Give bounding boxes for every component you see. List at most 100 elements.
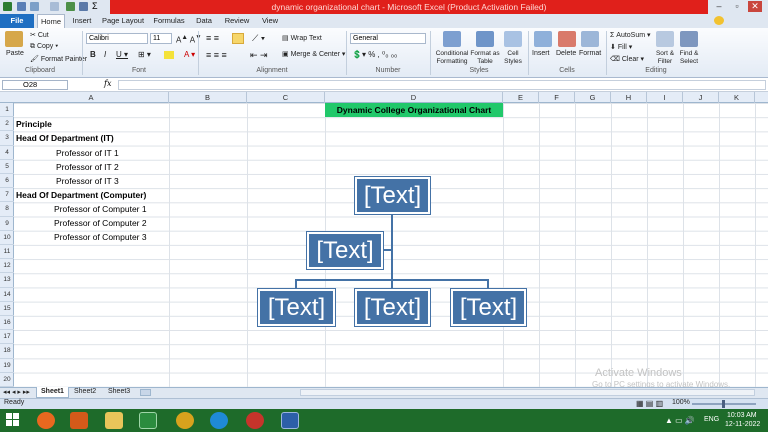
tab-page-layout[interactable]: Page Layout: [100, 14, 146, 28]
cell-styles-button[interactable]: Cell Styles: [500, 50, 526, 66]
cell-a7[interactable]: Head Of Department (Computer): [16, 188, 146, 202]
copy-button[interactable]: ⧉ Copy ▾: [30, 43, 58, 51]
save-icon[interactable]: [17, 2, 26, 11]
column-header[interactable]: K: [719, 92, 755, 103]
sheet-tab-1[interactable]: Sheet1: [36, 387, 69, 398]
insert-sheet-icon[interactable]: [140, 389, 151, 396]
firefox-icon[interactable]: [37, 412, 55, 429]
cell-a3[interactable]: Head Of Department (IT): [16, 131, 114, 145]
column-header[interactable]: A: [14, 92, 169, 103]
outlook-icon[interactable]: [70, 412, 88, 429]
row-header[interactable]: 15: [0, 302, 14, 316]
row-header[interactable]: 14: [0, 288, 14, 302]
find-select-icon[interactable]: [680, 31, 698, 47]
borders-button[interactable]: ⊞ ▾: [138, 50, 151, 59]
font-size-select[interactable]: 11: [150, 33, 172, 44]
sheet-tab-2[interactable]: Sheet2: [70, 387, 100, 398]
format-cells-button[interactable]: Format: [579, 50, 601, 57]
row-header[interactable]: 17: [0, 330, 14, 345]
italic-button[interactable]: I: [104, 50, 106, 59]
org-node-child[interactable]: [Text]: [450, 288, 527, 327]
tab-view[interactable]: View: [258, 14, 282, 28]
fill-button[interactable]: ⬇ Fill ▾: [610, 43, 632, 51]
sheet-nav-arrows[interactable]: ◂◂ ◂ ▸ ▸▸: [3, 388, 30, 396]
row-header[interactable]: 1: [0, 103, 14, 118]
name-box[interactable]: O28: [2, 80, 68, 90]
cell-styles-icon[interactable]: [504, 31, 522, 47]
delete-cells-button[interactable]: Delete: [556, 50, 576, 57]
chrome-profile-icon[interactable]: [246, 412, 264, 429]
number-format-select[interactable]: General: [350, 33, 426, 44]
cell-a8[interactable]: Professor of Computer 1: [54, 202, 147, 216]
column-header[interactable]: I: [647, 92, 683, 103]
align-left-button[interactable]: ≡ ≡ ≡: [206, 50, 227, 60]
row-header[interactable]: 3: [0, 131, 14, 146]
column-header[interactable]: D: [325, 92, 503, 103]
clear-button[interactable]: ⌫ Clear ▾: [610, 55, 644, 63]
merge-center-button[interactable]: ▣ Merge & Center ▾: [282, 50, 345, 58]
org-node-child[interactable]: [Text]: [257, 288, 336, 327]
paste-button[interactable]: Paste: [6, 50, 24, 57]
word-icon[interactable]: [281, 412, 299, 429]
tab-review[interactable]: Review: [222, 14, 252, 28]
zoom-level[interactable]: 100%: [672, 399, 690, 406]
align-bottom-button[interactable]: [232, 33, 244, 44]
cell-a5[interactable]: Professor of IT 2: [56, 160, 119, 174]
row-header[interactable]: 7: [0, 188, 14, 203]
orientation-button[interactable]: ⟋ ▾: [252, 33, 265, 44]
row-header[interactable]: 9: [0, 217, 14, 231]
wrap-text-button[interactable]: ▤ Wrap Text: [282, 34, 322, 42]
column-header[interactable]: J: [683, 92, 719, 103]
cell-a6[interactable]: Professor of IT 3: [56, 174, 119, 188]
number-format-buttons[interactable]: 💲▾ % , ⁰₀ ₀₀: [352, 50, 397, 59]
sort-filter-icon[interactable]: [656, 31, 674, 47]
cell-a2[interactable]: Principle: [16, 117, 52, 131]
column-header[interactable]: G: [575, 92, 611, 103]
row-header[interactable]: 19: [0, 359, 14, 373]
maximize-button[interactable]: ▫: [730, 1, 744, 12]
row-header[interactable]: 11: [0, 245, 14, 260]
autosum-qat-icon[interactable]: Σ: [92, 1, 98, 11]
redo-icon[interactable]: [50, 2, 59, 11]
close-button[interactable]: ✕: [748, 1, 762, 12]
column-header[interactable]: H: [611, 92, 647, 103]
column-header[interactable]: B: [169, 92, 247, 103]
row-header[interactable]: 6: [0, 174, 14, 189]
cut-button[interactable]: ✂ Cut: [30, 31, 49, 39]
row-header[interactable]: 20: [0, 373, 14, 387]
new-sheet-icon[interactable]: [66, 2, 75, 11]
minimize-button[interactable]: –: [712, 1, 726, 12]
paste-icon[interactable]: [5, 31, 23, 47]
sort-filter-button[interactable]: Sort & Filter: [652, 50, 678, 66]
cell-a9[interactable]: Professor of Computer 2: [54, 216, 147, 230]
row-header[interactable]: 8: [0, 202, 14, 217]
column-header[interactable]: E: [503, 92, 539, 103]
horizontal-scrollbar[interactable]: [300, 389, 755, 396]
indent-button[interactable]: ⇤ ⇥: [250, 50, 268, 61]
column-header[interactable]: F: [539, 92, 575, 103]
file-explorer-icon[interactable]: [105, 412, 123, 429]
tab-insert[interactable]: Insert: [68, 14, 96, 28]
cell-a10[interactable]: Professor of Computer 3: [54, 230, 147, 244]
clock-date[interactable]: 12-11-2022: [725, 421, 760, 428]
zoom-slider-thumb[interactable]: [722, 400, 725, 408]
format-painter-button[interactable]: 🖌 Format Painter: [30, 55, 87, 63]
format-cells-icon[interactable]: [581, 31, 599, 47]
org-node-top[interactable]: [Text]: [354, 176, 431, 215]
clock-time[interactable]: 10:03 AM: [727, 412, 757, 419]
align-top-button[interactable]: ≡ ≡: [206, 33, 219, 43]
sheet-tab-3[interactable]: Sheet3: [104, 387, 134, 398]
excel-taskbar-icon[interactable]: [139, 412, 157, 429]
conditional-formatting-icon[interactable]: [443, 31, 461, 47]
font-color-button[interactable]: A ▾: [184, 50, 195, 59]
column-header[interactable]: C: [247, 92, 325, 103]
org-node-child[interactable]: [Text]: [354, 288, 431, 327]
row-header[interactable]: 16: [0, 316, 14, 331]
fill-color-icon[interactable]: [164, 51, 174, 59]
insert-function-button[interactable]: fx: [104, 79, 111, 88]
tab-data[interactable]: Data: [192, 14, 216, 28]
undo-icon[interactable]: [30, 2, 39, 11]
chrome-icon[interactable]: [176, 412, 194, 429]
tab-file[interactable]: File: [0, 14, 34, 28]
edge-icon[interactable]: [210, 412, 228, 429]
